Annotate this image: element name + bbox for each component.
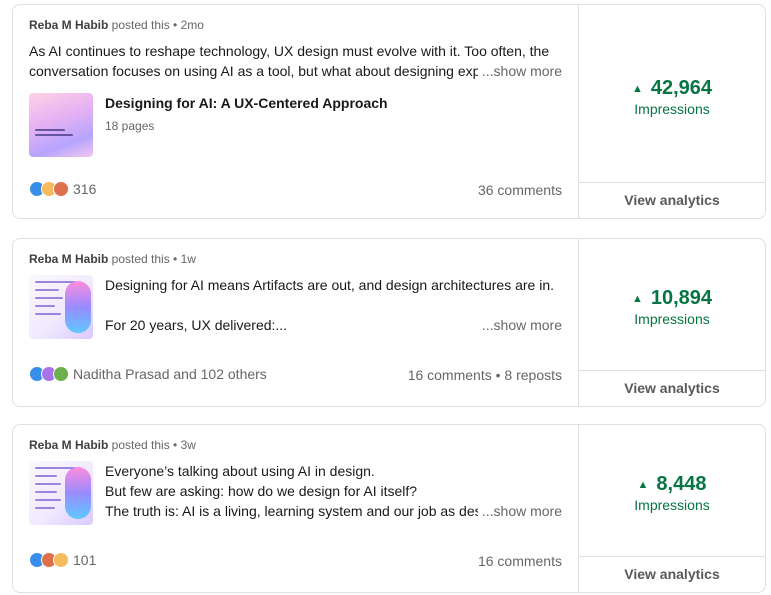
post-text-line: conversation focuses on using AI as a to… bbox=[29, 63, 481, 79]
show-more-button[interactable]: ...show more bbox=[477, 63, 562, 79]
impressions-value: 10,894 bbox=[650, 287, 713, 309]
social-counts[interactable]: Naditha Prasad and 102 others bbox=[29, 366, 267, 382]
social-counts[interactable]: 316 bbox=[29, 181, 96, 197]
impressions-block: ▲ 8,448 Impressions bbox=[579, 473, 765, 513]
analytics-panel: ▲ 10,894 Impressions View analytics bbox=[578, 239, 765, 406]
posted-time: posted this • 2mo bbox=[108, 18, 204, 32]
reactions-count: 316 bbox=[73, 181, 97, 197]
post-card: Reba M Habib posted this • 3w Everyone’s… bbox=[12, 424, 766, 593]
document-thumbnail[interactable] bbox=[29, 93, 93, 157]
post-content: Reba M Habib posted this • 2mo As AI con… bbox=[13, 5, 578, 218]
trend-up-icon: ▲ bbox=[631, 82, 643, 95]
post-text-line: But few are asking: how do we design for… bbox=[105, 483, 418, 499]
reactions-count: 101 bbox=[73, 552, 97, 568]
post-byline: Reba M Habib posted this • 3w bbox=[29, 438, 196, 452]
author-name[interactable]: Reba M Habib bbox=[29, 252, 108, 266]
show-more-button[interactable]: ...show more bbox=[477, 503, 562, 519]
view-analytics-button[interactable]: View analytics bbox=[579, 370, 765, 406]
post-card: Reba M Habib posted this • 1w Designing … bbox=[12, 238, 766, 407]
post-content: Reba M Habib posted this • 3w Everyone’s… bbox=[13, 425, 578, 592]
reaction-icons bbox=[29, 366, 69, 382]
view-analytics-button[interactable]: View analytics bbox=[579, 182, 765, 218]
post-image-thumbnail[interactable] bbox=[29, 275, 93, 339]
celebrate-reaction-icon bbox=[53, 366, 69, 382]
post-byline: Reba M Habib posted this • 1w bbox=[29, 252, 196, 266]
post-card: Reba M Habib posted this • 2mo As AI con… bbox=[12, 4, 766, 219]
trend-up-icon: ▲ bbox=[631, 292, 643, 305]
social-counts[interactable]: 101 bbox=[29, 552, 96, 568]
insightful-reaction-icon bbox=[53, 552, 69, 568]
post-text-line: For 20 years, UX delivered:... bbox=[105, 317, 288, 333]
post-byline: Reba M Habib posted this • 2mo bbox=[29, 18, 204, 32]
author-name[interactable]: Reba M Habib bbox=[29, 438, 108, 452]
comments-reposts-count[interactable]: 16 comments • 8 reposts bbox=[408, 367, 562, 383]
comments-count[interactable]: 16 comments bbox=[478, 553, 562, 569]
impressions-label: Impressions bbox=[634, 497, 710, 513]
impressions-value: 8,448 bbox=[656, 473, 707, 495]
love-reaction-icon bbox=[53, 181, 69, 197]
reaction-icons bbox=[29, 552, 69, 568]
comments-count[interactable]: 36 comments bbox=[478, 182, 562, 198]
analytics-panel: ▲ 8,448 Impressions View analytics bbox=[578, 425, 765, 592]
impressions-label: Impressions bbox=[634, 101, 710, 117]
post-content: Reba M Habib posted this • 1w Designing … bbox=[13, 239, 578, 406]
post-text-line: The truth is: AI is a living, learning s… bbox=[105, 503, 482, 519]
document-title[interactable]: Designing for AI: A UX-Centered Approach bbox=[105, 95, 388, 111]
post-text-line: Everyone’s talking about using AI in des… bbox=[105, 463, 375, 479]
post-text-line: As AI continues to reshape technology, U… bbox=[29, 43, 550, 59]
impressions-block: ▲ 42,964 Impressions bbox=[579, 77, 765, 117]
analytics-panel: ▲ 42,964 Impressions View analytics bbox=[578, 5, 765, 218]
reaction-icons bbox=[29, 181, 69, 197]
post-text-line: Designing for AI means Artifacts are out… bbox=[105, 277, 555, 293]
impressions-block: ▲ 10,894 Impressions bbox=[579, 287, 765, 327]
reactions-summary: Naditha Prasad and 102 others bbox=[73, 366, 267, 382]
impressions-value: 42,964 bbox=[650, 77, 713, 99]
document-pages: 18 pages bbox=[105, 119, 155, 133]
author-name[interactable]: Reba M Habib bbox=[29, 18, 108, 32]
view-analytics-button[interactable]: View analytics bbox=[579, 556, 765, 592]
posted-time: posted this • 1w bbox=[108, 252, 196, 266]
posted-time: posted this • 3w bbox=[108, 438, 196, 452]
show-more-button[interactable]: ...show more bbox=[477, 317, 562, 333]
trend-up-icon: ▲ bbox=[637, 478, 649, 491]
post-image-thumbnail[interactable] bbox=[29, 461, 93, 525]
impressions-label: Impressions bbox=[634, 311, 710, 327]
